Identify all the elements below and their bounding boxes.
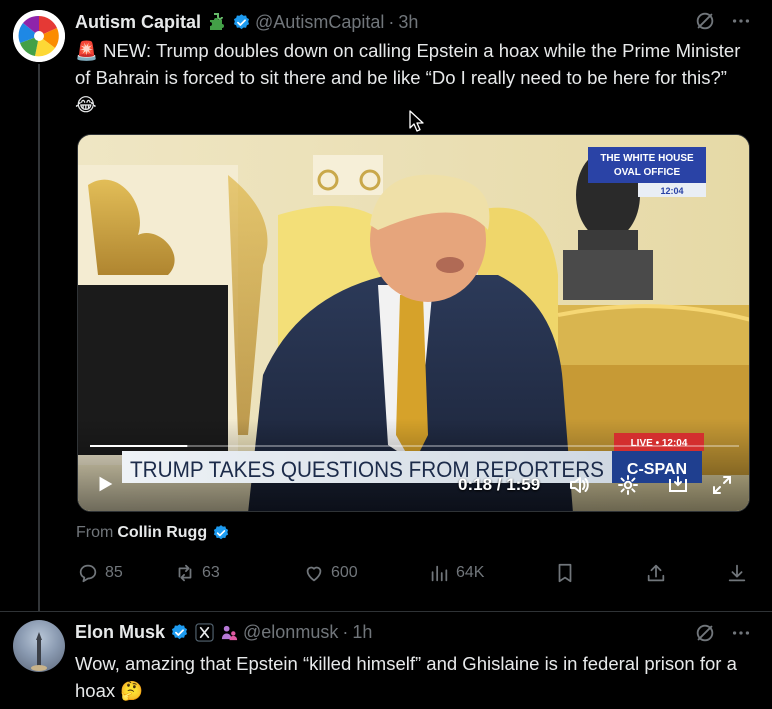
like-button[interactable]: 600: [303, 562, 358, 584]
x-affiliate-icon[interactable]: [195, 622, 214, 642]
source-name[interactable]: Collin Rugg: [117, 524, 207, 542]
action-bar: 85 63 600 64K: [77, 562, 753, 590]
grok-icon[interactable]: [694, 622, 716, 644]
bookmark-icon: [554, 562, 576, 584]
tweet-autism-capital[interactable]: Autism Capital @AutismCapital · 3h 🚨 NEW…: [0, 0, 772, 612]
tweet-header: Elon Musk @elonmusk · 1h: [75, 620, 372, 644]
author-name[interactable]: Elon Musk: [75, 622, 165, 643]
download-button[interactable]: [726, 562, 748, 584]
author-handle[interactable]: @elonmusk: [243, 622, 338, 643]
tweet-text: 🚨 NEW: Trump doubles down on calling Eps…: [75, 40, 741, 115]
share-button[interactable]: [645, 562, 667, 584]
volume-icon[interactable]: [567, 473, 591, 497]
settings-gear-icon[interactable]: [616, 473, 640, 497]
heart-icon: [303, 562, 325, 584]
share-icon: [645, 562, 667, 584]
tweet-header: Autism Capital @AutismCapital · 3h: [75, 10, 418, 34]
separator-dot: ·: [342, 621, 349, 642]
puzzle-piece-icon: [207, 12, 227, 32]
view-count: 64K: [456, 564, 485, 581]
puzzle-logo-icon: [13, 10, 65, 62]
bug-line2: OVAL OFFICE: [614, 167, 681, 178]
play-icon[interactable]: [94, 473, 116, 495]
video-source: From Collin Rugg: [76, 524, 230, 542]
repost-icon: [174, 562, 196, 584]
post-time[interactable]: 1h: [352, 622, 372, 643]
header-actions: [694, 622, 752, 644]
more-options-icon[interactable]: [730, 10, 752, 32]
like-count: 600: [331, 564, 358, 581]
pip-icon[interactable]: [666, 473, 690, 497]
bug-time: 12:04: [660, 186, 683, 196]
tweet-elon-musk[interactable]: Elon Musk @elonmusk · 1h Wow, amazing th…: [0, 612, 772, 709]
views-button[interactable]: 64K: [428, 562, 484, 584]
reply-button[interactable]: 85: [77, 562, 123, 584]
analytics-icon: [428, 562, 450, 584]
repost-button[interactable]: 63: [174, 562, 220, 584]
author-name[interactable]: Autism Capital: [75, 12, 201, 33]
live-label: LIVE • 12:04: [631, 438, 688, 449]
bookmark-button[interactable]: [554, 562, 576, 584]
mouse-cursor-icon: [409, 110, 425, 132]
tweet-text: Wow, amazing that Epstein “killed himsel…: [75, 653, 737, 701]
avatar[interactable]: [13, 10, 65, 62]
video-frame: THE WHITE HOUSE OVAL OFFICE 12:04 LIVE •…: [78, 135, 749, 511]
fullscreen-icon[interactable]: [710, 473, 734, 497]
verified-badge-icon: [212, 524, 230, 542]
bug-line1: THE WHITE HOUSE: [600, 153, 694, 164]
reply-icon: [77, 562, 99, 584]
post-time[interactable]: 3h: [398, 12, 418, 33]
verified-badge-icon[interactable]: [232, 13, 251, 32]
author-handle[interactable]: @AutismCapital: [255, 12, 384, 33]
from-label: From: [76, 524, 114, 541]
reply-count: 85: [105, 564, 123, 581]
grok-icon[interactable]: [694, 10, 716, 32]
rocket-photo-icon: [31, 632, 47, 671]
government-badge-icon[interactable]: [220, 623, 239, 642]
repost-count: 63: [202, 564, 220, 581]
header-actions: [694, 10, 752, 32]
video-timestamp: 0:18 / 1:59: [458, 475, 541, 494]
more-options-icon[interactable]: [730, 622, 752, 644]
video-player[interactable]: THE WHITE HOUSE OVAL OFFICE 12:04 LIVE •…: [77, 134, 750, 512]
avatar[interactable]: [13, 620, 65, 672]
verified-badge-icon[interactable]: [170, 623, 189, 642]
progress-fill: [90, 445, 188, 447]
progress-track[interactable]: [90, 445, 739, 447]
separator-dot: ·: [388, 11, 395, 32]
download-icon: [726, 562, 748, 584]
